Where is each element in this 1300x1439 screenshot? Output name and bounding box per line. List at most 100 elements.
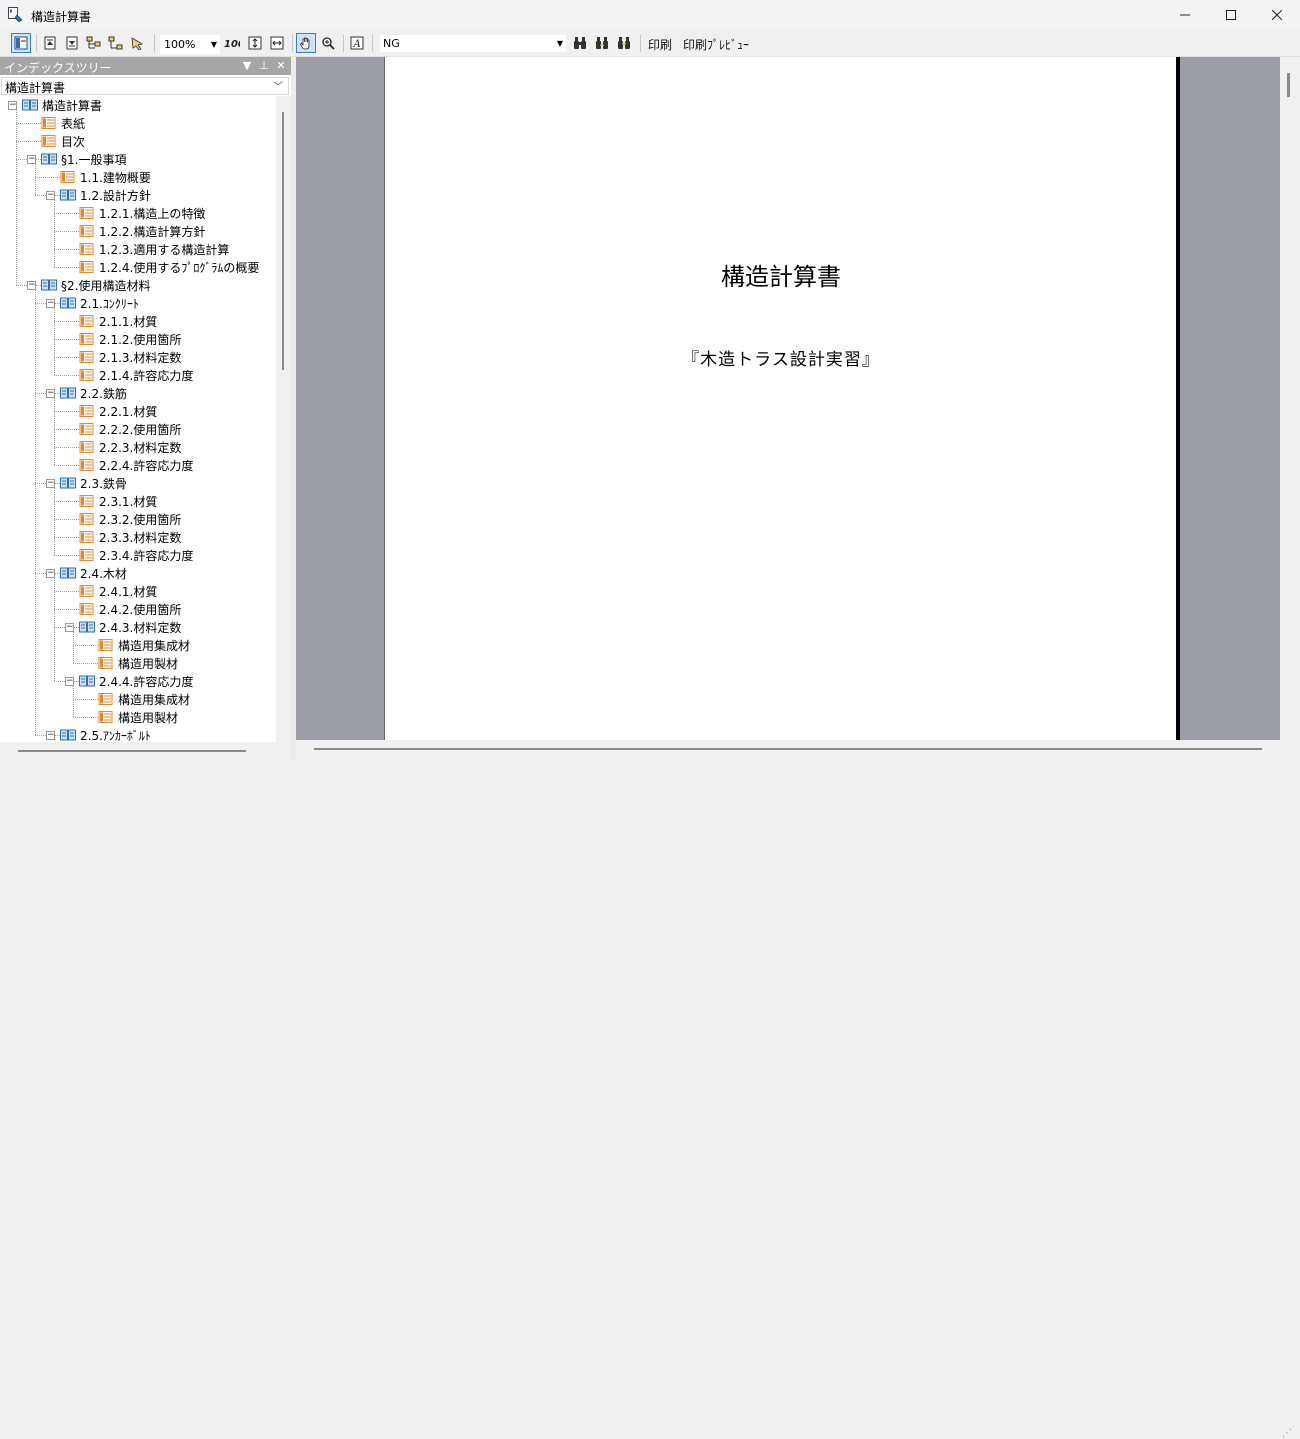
pane-close-icon[interactable]: ✕ — [274, 58, 288, 74]
tree-node-page[interactable]: 2.3.1.材質 — [79, 492, 157, 510]
tree-node-folder[interactable]: 2.1.ｺﾝｸﾘｰﾄ — [60, 294, 139, 312]
page-icon — [79, 369, 94, 381]
tree-node-page[interactable]: 2.1.4.許容応力度 — [79, 366, 193, 384]
pane-menu-icon[interactable]: ▼ — [240, 58, 254, 74]
tree-node-page[interactable]: 2.2.2.使用箇所 — [79, 420, 181, 438]
print-preview-button[interactable]: 印刷ﾌﾟﾚﾋﾞｭｰ — [683, 36, 749, 53]
last-page-button[interactable] — [62, 33, 82, 53]
tree-node-folder[interactable]: 2.4.木材 — [60, 564, 127, 582]
close-button[interactable] — [1254, 0, 1300, 30]
tree-connector — [73, 663, 98, 664]
tree-node-label: 2.2.2.使用箇所 — [99, 422, 182, 437]
scroll-thumb[interactable] — [282, 112, 284, 370]
actual-size-button[interactable]: 100 — [222, 33, 242, 53]
tree-node-page[interactable]: 2.2.1.材質 — [79, 402, 157, 420]
tree-connector — [54, 267, 79, 268]
scroll-thumb[interactable] — [18, 750, 246, 752]
tree-node-page[interactable]: 2.3.4.許容応力度 — [79, 546, 193, 564]
tree-node-page[interactable]: 2.1.1.材質 — [79, 312, 157, 330]
maximize-button[interactable] — [1208, 0, 1254, 30]
find-button[interactable] — [570, 33, 590, 53]
collapse-toggle-icon[interactable]: − — [46, 299, 55, 308]
tree-vertical-scrollbar[interactable] — [276, 96, 291, 742]
search-combo[interactable]: NG ▼ — [380, 35, 566, 52]
minimize-button[interactable] — [1162, 0, 1208, 30]
scroll-thumb[interactable] — [1287, 73, 1290, 97]
tree-node-page[interactable]: 構造用製材 — [98, 708, 178, 726]
collapse-tree-button[interactable] — [106, 33, 126, 53]
tree-node-page[interactable]: 2.2.3.材料定数 — [79, 438, 181, 456]
collapse-toggle-icon[interactable]: − — [65, 623, 74, 632]
select-item-button[interactable] — [128, 33, 148, 53]
fit-width-button[interactable] — [267, 33, 287, 53]
tree-horizontal-scrollbar[interactable] — [0, 742, 291, 760]
tree-node-folder[interactable]: 2.4.3.材料定数 — [79, 618, 181, 636]
document-page[interactable]: 構造計算書 『木造トラス設計実習』 — [384, 57, 1177, 740]
document-vertical-scrollbar[interactable] — [1280, 57, 1300, 740]
pin-icon[interactable]: ⊥ — [257, 58, 271, 74]
book-icon — [60, 297, 76, 309]
tree-node-page[interactable]: 2.4.1.材質 — [79, 582, 157, 600]
scroll-thumb[interactable] — [314, 748, 1262, 750]
tree-selector-value: 構造計算書 — [5, 81, 66, 95]
collapse-toggle-icon[interactable]: − — [46, 191, 55, 200]
zoom-value: 100% — [164, 38, 196, 51]
tree-node-page[interactable]: 構造用製材 — [98, 654, 178, 672]
tree-node-page[interactable]: 1.2.1.構造上の特徴 — [79, 204, 205, 222]
hand-tool-button[interactable] — [296, 33, 316, 53]
collapse-toggle-icon[interactable]: − — [65, 677, 74, 686]
fit-height-button[interactable] — [245, 33, 265, 53]
collapse-toggle-icon[interactable]: − — [46, 479, 55, 488]
actual-size-icon: 100 — [224, 39, 240, 49]
tree-node-folder[interactable]: 構造計算書 — [22, 96, 102, 114]
print-button[interactable]: 印刷 — [648, 36, 672, 53]
tree-node-page[interactable]: 構造用集成材 — [98, 636, 190, 654]
tree-node-page[interactable]: 2.3.2.使用箇所 — [79, 510, 181, 528]
tree-node-folder[interactable]: 2.2.鉄筋 — [60, 384, 127, 402]
tree-node-page[interactable]: 構造用集成材 — [98, 690, 190, 708]
collapse-toggle-icon[interactable]: − — [46, 731, 55, 740]
find-next-button[interactable] — [614, 33, 634, 53]
document-horizontal-scrollbar[interactable]: ⋰ — [296, 740, 1300, 1439]
tree-node-page[interactable]: 1.2.4.使用するﾌﾟﾛｸﾞﾗﾑの概要 — [79, 258, 259, 276]
tree-node-page[interactable]: 2.1.3.材料定数 — [79, 348, 181, 366]
tree-node-page[interactable]: 表紙 — [41, 114, 85, 132]
collapse-toggle-icon[interactable]: − — [46, 569, 55, 578]
zoom-tool-button[interactable] — [318, 33, 338, 53]
find-previous-button[interactable] — [592, 33, 612, 53]
collapse-toggle-icon[interactable]: − — [27, 155, 36, 164]
tree-node-folder[interactable]: 2.5.ｱﾝｶｰﾎﾞﾙﾄ — [60, 726, 151, 742]
tree-node-folder[interactable]: 2.4.4.許容応力度 — [79, 672, 193, 690]
tree-connector — [16, 123, 41, 124]
tree-node-page[interactable]: 2.4.2.使用箇所 — [79, 600, 181, 618]
page-icon — [60, 171, 75, 183]
collapse-toggle-icon[interactable]: − — [8, 101, 17, 110]
tree-node-page[interactable]: 目次 — [41, 132, 85, 150]
collapse-toggle-icon[interactable]: − — [46, 389, 55, 398]
tree-node-label: 構造用製材 — [118, 710, 179, 725]
collapse-toggle-icon[interactable]: − — [27, 281, 36, 290]
tree-node-page[interactable]: 1.2.3.適用する構造計算 — [79, 240, 229, 258]
tree-node-label: 2.1.ｺﾝｸﾘｰﾄ — [80, 296, 139, 311]
tree-node-page[interactable]: 2.1.2.使用箇所 — [79, 330, 181, 348]
index-tree: 構造計算書 − 表紙 目次 §1.一般事項 − 1.1.建物概要 1.2.設計方針 − 1.2.1… — [0, 96, 282, 742]
index-pane-toggle-button[interactable] — [11, 33, 31, 53]
zoom-select[interactable]: 100% ▼ — [160, 35, 220, 54]
resize-grip-icon[interactable]: ⋰ — [1282, 1428, 1292, 1439]
tree-node-page[interactable]: 1.1.建物概要 — [60, 168, 151, 186]
tree-node-page[interactable]: 1.2.2.構造計算方針 — [79, 222, 205, 240]
first-page-button[interactable] — [40, 33, 60, 53]
tree-node-page[interactable]: 2.3.3.材料定数 — [79, 528, 181, 546]
text-select-button[interactable]: A — [347, 33, 367, 53]
expand-tree-button[interactable] — [84, 33, 104, 53]
tree-node-page[interactable]: 2.2.4.許容応力度 — [79, 456, 193, 474]
tree-node-folder[interactable]: 1.2.設計方針 — [60, 186, 151, 204]
tree-selector[interactable]: 構造計算書 ﹀ — [1, 77, 289, 95]
tree-node-label: 2.4.1.材質 — [99, 584, 158, 599]
tree-node-label: 2.5.ｱﾝｶｰﾎﾞﾙﾄ — [80, 728, 151, 743]
tree-node-folder[interactable]: §2.使用構造材料 — [41, 276, 150, 294]
page-icon — [41, 117, 56, 129]
tree-node-folder[interactable]: §1.一般事項 — [41, 150, 126, 168]
tree-node-label: 構造計算書 — [42, 98, 103, 113]
tree-node-folder[interactable]: 2.3.鉄骨 — [60, 474, 127, 492]
